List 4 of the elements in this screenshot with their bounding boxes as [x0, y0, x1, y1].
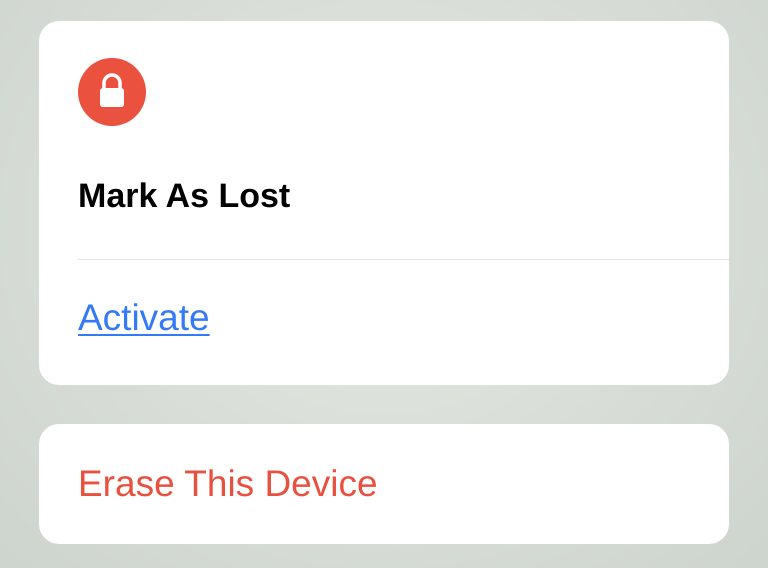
erase-device-button[interactable]: Erase This Device — [39, 424, 729, 544]
lock-icon — [78, 58, 146, 126]
activate-link[interactable]: Activate — [78, 297, 210, 339]
card-title: Mark As Lost — [78, 176, 290, 216]
